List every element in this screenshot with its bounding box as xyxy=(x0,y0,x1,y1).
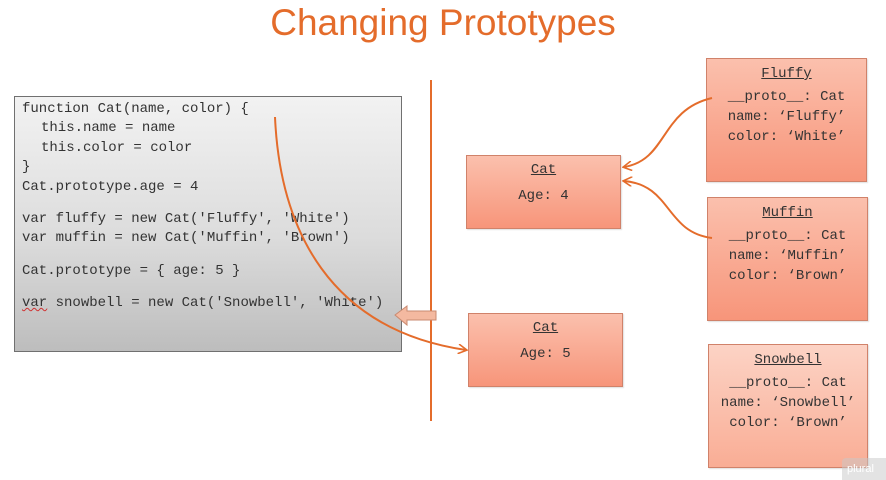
arrow-overlay xyxy=(274,97,713,480)
code-to-new-prototype-arrow xyxy=(274,116,466,350)
fluffy-proto-arrow xyxy=(624,97,713,167)
pointer-arrow-icon xyxy=(394,305,437,327)
muffin-proto-arrow xyxy=(624,181,713,239)
watermark-logo: plural xyxy=(842,458,886,480)
